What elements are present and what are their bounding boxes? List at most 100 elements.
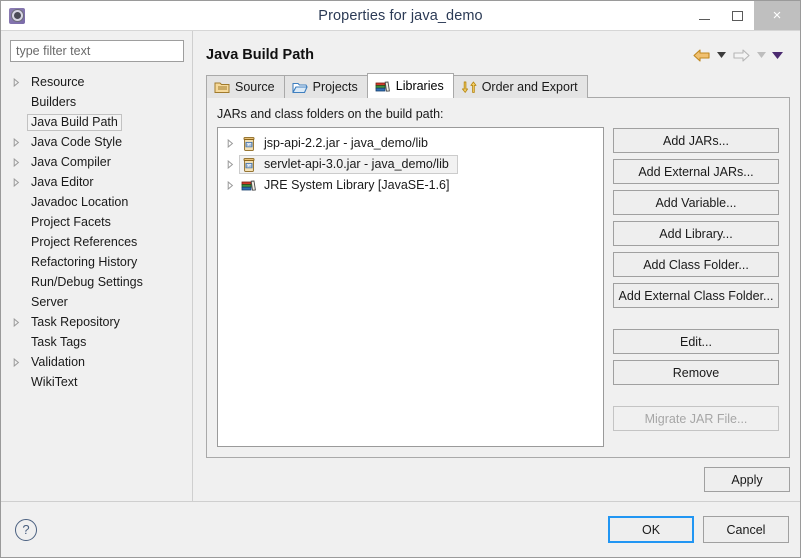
sidebar-item-task-tags[interactable]: Task Tags [1,332,192,352]
tab-projects[interactable]: Projects [284,75,368,98]
jar-list-item[interactable]: 010servlet-api-3.0.jar - java_demo/lib [218,154,603,175]
close-button[interactable]: × [754,1,800,30]
edit-button[interactable]: Edit... [613,329,779,354]
add-external-jars-button[interactable]: Add External JARs... [613,159,779,184]
jar-list-item-label: JRE System Library [JavaSE-1.6] [260,177,454,194]
sidebar-item-java-build-path[interactable]: Java Build Path [1,112,192,132]
forward-dropdown-chevron-down-icon [754,52,768,58]
library-actions: Add JARs... Add External JARs... Add Varia… [613,127,779,447]
projects-folder-icon [292,80,308,94]
sidebar-item-label: Java Compiler [27,154,115,170]
filter-input[interactable]: type filter text [10,40,184,62]
footer-buttons: OK Cancel [608,516,789,543]
libraries-books-icon [375,79,391,93]
libraries-tab-pane: JARs and class folders on the build path… [206,97,790,458]
sidebar-item-project-references[interactable]: Project References [1,232,192,252]
settings-page: Java Build Path [193,31,800,501]
window-controls: × [688,1,800,30]
svg-text:010: 010 [246,142,253,146]
gear-icon [9,8,25,24]
dialog-footer: ? OK Cancel [1,501,800,557]
order-export-arrows-icon [461,80,477,94]
jar-list-item-content: 010servlet-api-3.0.jar - java_demo/lib [239,155,458,174]
tab-label: Source [235,80,275,94]
tab-label: Libraries [396,79,444,93]
sidebar-item-label: Task Repository [27,314,124,330]
expand-chevron-right-icon[interactable] [13,358,27,367]
apply-button[interactable]: Apply [704,467,790,492]
sidebar-item-task-repository[interactable]: Task Repository [1,312,192,332]
sidebar-item-label: Task Tags [27,334,90,350]
jar-list-item[interactable]: 010jsp-api-2.2.jar - java_demo/lib [218,133,603,154]
settings-sidebar: type filter text Resource Builders Java Bu… [1,31,193,501]
sidebar-item-javadoc-location[interactable]: Javadoc Location [1,192,192,212]
expand-chevron-right-icon[interactable] [13,158,27,167]
sidebar-item-server[interactable]: Server [1,292,192,312]
sidebar-item-java-editor[interactable]: Java Editor [1,172,192,192]
sidebar-item-java-code-style[interactable]: Java Code Style [1,132,192,152]
sidebar-item-refactoring-history[interactable]: Refactoring History [1,252,192,272]
sidebar-item-label: Refactoring History [27,254,141,270]
cancel-button[interactable]: Cancel [703,516,789,543]
add-external-class-folder-button[interactable]: Add External Class Folder... [613,283,779,308]
migrate-jar-file-button: Migrate JAR File... [613,406,779,431]
sidebar-item-java-compiler[interactable]: Java Compiler [1,152,192,172]
sidebar-item-label: WikiText [27,374,82,390]
expand-chevron-right-icon[interactable] [13,178,27,187]
add-library-button[interactable]: Add Library... [613,221,779,246]
expand-chevron-right-icon[interactable] [227,139,241,148]
libraries-content: 010jsp-api-2.2.jar - java_demo/lib 010ser… [217,127,779,447]
sidebar-item-label: Javadoc Location [27,194,132,210]
sidebar-item-resource[interactable]: Resource [1,72,192,92]
expand-chevron-right-icon[interactable] [13,318,27,327]
tab-order-and-export[interactable]: Order and Export [453,75,588,98]
jar-list-label: JARs and class folders on the build path… [217,107,779,121]
page-menu-chevron-down-icon[interactable] [770,52,784,59]
minimize-button[interactable] [688,1,721,30]
jar-icon: 010 [241,136,257,152]
add-variable-button[interactable]: Add Variable... [613,190,779,215]
expand-chevron-right-icon[interactable] [13,138,27,147]
sidebar-item-builders[interactable]: Builders [1,92,192,112]
tab-libraries[interactable]: Libraries [367,73,454,98]
sidebar-item-run-debug-settings[interactable]: Run/Debug Settings [1,272,192,292]
page-header: Java Build Path [193,31,800,67]
remove-button[interactable]: Remove [613,360,779,385]
libraries-books-icon [241,178,257,194]
expand-chevron-right-icon[interactable] [13,78,27,87]
expand-chevron-right-icon[interactable] [227,181,241,190]
back-dropdown-chevron-down-icon[interactable] [714,52,728,58]
maximize-button[interactable] [721,1,754,30]
sidebar-item-label: Java Editor [27,174,98,190]
sidebar-item-label: Java Code Style [27,134,126,150]
sidebar-item-label: Project Facets [27,214,115,230]
svg-text:010: 010 [246,163,253,167]
tab-source[interactable]: Source [206,75,285,98]
add-jars-button[interactable]: Add JARs... [613,128,779,153]
apply-row: Apply [193,459,800,501]
back-arrow-icon[interactable] [690,49,712,62]
tab-label: Projects [313,80,358,94]
sidebar-item-label: Server [27,294,72,310]
jar-list-item[interactable]: JRE System Library [JavaSE-1.6] [218,175,603,196]
jar-list-item-content: 010jsp-api-2.2.jar - java_demo/lib [241,135,433,152]
add-class-folder-button[interactable]: Add Class Folder... [613,252,779,277]
ok-button[interactable]: OK [608,516,694,543]
title-bar: Properties for java_demo × [1,1,800,30]
filter-placeholder: type filter text [16,44,90,58]
sidebar-item-project-facets[interactable]: Project Facets [1,212,192,232]
jar-list-item-content: JRE System Library [JavaSE-1.6] [241,177,454,194]
help-question-icon[interactable]: ? [15,519,37,541]
button-group-separator [613,391,779,400]
navigation-controls [690,49,790,62]
settings-tree[interactable]: Resource Builders Java Build Path Java Code… [1,70,192,501]
jar-entry-list[interactable]: 010jsp-api-2.2.jar - java_demo/lib 010ser… [217,127,604,447]
sidebar-item-label: Java Build Path [27,114,122,131]
jar-icon: 010 [241,157,257,173]
sidebar-item-label: Builders [27,94,80,110]
sidebar-item-label: Validation [27,354,89,370]
build-path-tabs[interactable]: Source Projects Libraries Order and Export [193,73,800,98]
sidebar-item-validation[interactable]: Validation [1,352,192,372]
properties-dialog: Properties for java_demo × type filter t… [0,0,801,558]
sidebar-item-wikitext[interactable]: WikiText [1,372,192,392]
